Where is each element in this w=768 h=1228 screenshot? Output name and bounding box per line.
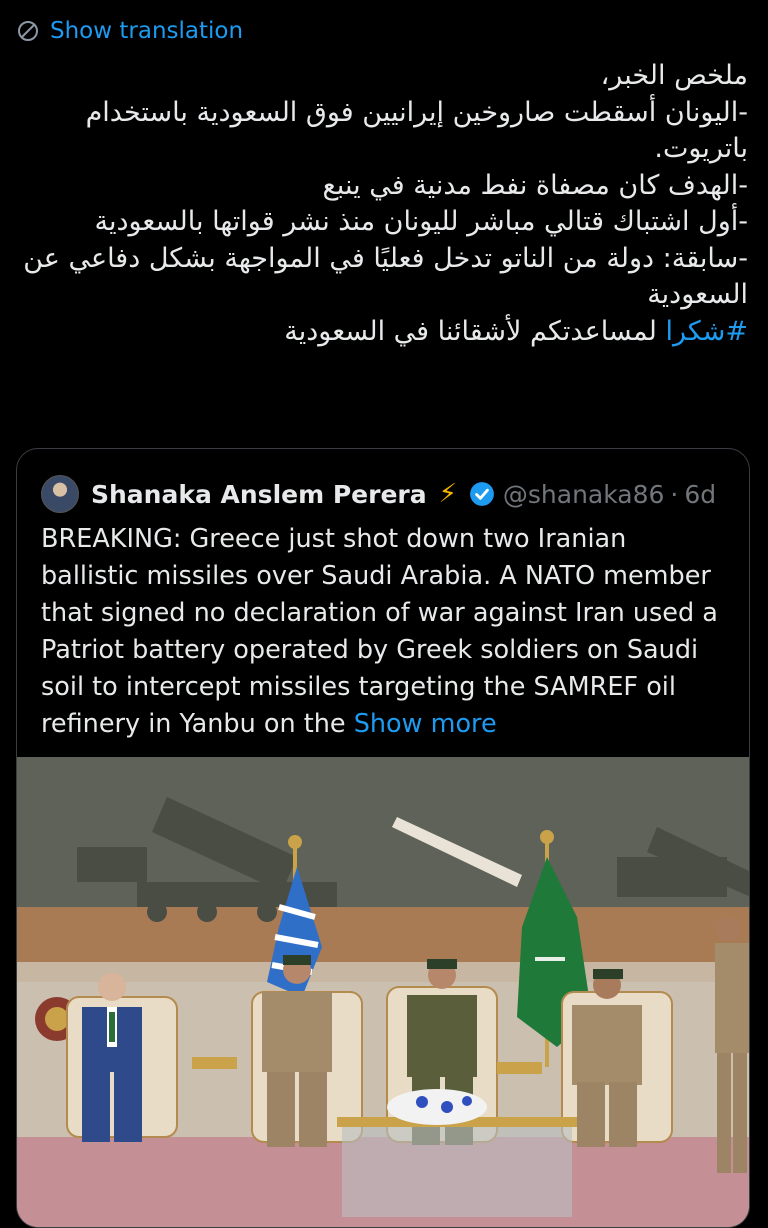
post-line: -اليونان أسقطت صاروخين إيرانيين فوق السع… <box>85 96 748 165</box>
quoted-post-text: BREAKING: Greece just shot down two Iran… <box>41 521 731 743</box>
avatar[interactable] <box>41 475 79 513</box>
hashtag-link[interactable]: #شكرا <box>665 316 748 347</box>
quoted-post-photo[interactable] <box>17 757 749 1227</box>
post-text: ملخص الخبر، -اليونان أسقطت صاروخين إيران… <box>18 58 748 350</box>
meeting-photo <box>17 757 749 1227</box>
post-line: -الهدف كان مصفاة نفط مدنية في ينبع <box>322 169 748 201</box>
post-line: -سابقة: دولة من الناتو تدخل فعليًا في ال… <box>23 242 748 311</box>
lightning-icon: ⚡ <box>438 479 457 509</box>
quoted-post-header: Shanaka Anslem Perera ⚡ @shanaka86 · 6d <box>41 475 716 513</box>
post-time[interactable]: 6d <box>684 480 716 509</box>
author-name[interactable]: Shanaka Anslem Perera <box>91 480 427 509</box>
translate-globe-icon <box>18 21 38 41</box>
post-line: ملخص الخبر، <box>600 60 748 91</box>
post-line: -أول اشتباك قتالي مباشر لليونان منذ نشر … <box>94 206 748 237</box>
author-handle[interactable]: @shanaka86 <box>503 480 665 509</box>
separator-dot: · <box>670 479 679 509</box>
show-more-link[interactable]: Show more <box>354 709 497 739</box>
show-translation-link[interactable]: Show translation <box>16 18 243 44</box>
post-hashtag-line: #شكرا لمساعدتكم لأشقائنا في السعودية <box>18 314 748 351</box>
show-translation-label: Show translation <box>50 18 244 44</box>
quoted-post-card[interactable]: Shanaka Anslem Perera ⚡ @shanaka86 · 6d … <box>16 448 750 1228</box>
quoted-post-body: BREAKING: Greece just shot down two Iran… <box>41 524 718 739</box>
hashtag-rest-text: لمساعدتكم لأشقائنا في السعودية <box>284 315 666 347</box>
verified-badge-icon <box>469 482 494 506</box>
